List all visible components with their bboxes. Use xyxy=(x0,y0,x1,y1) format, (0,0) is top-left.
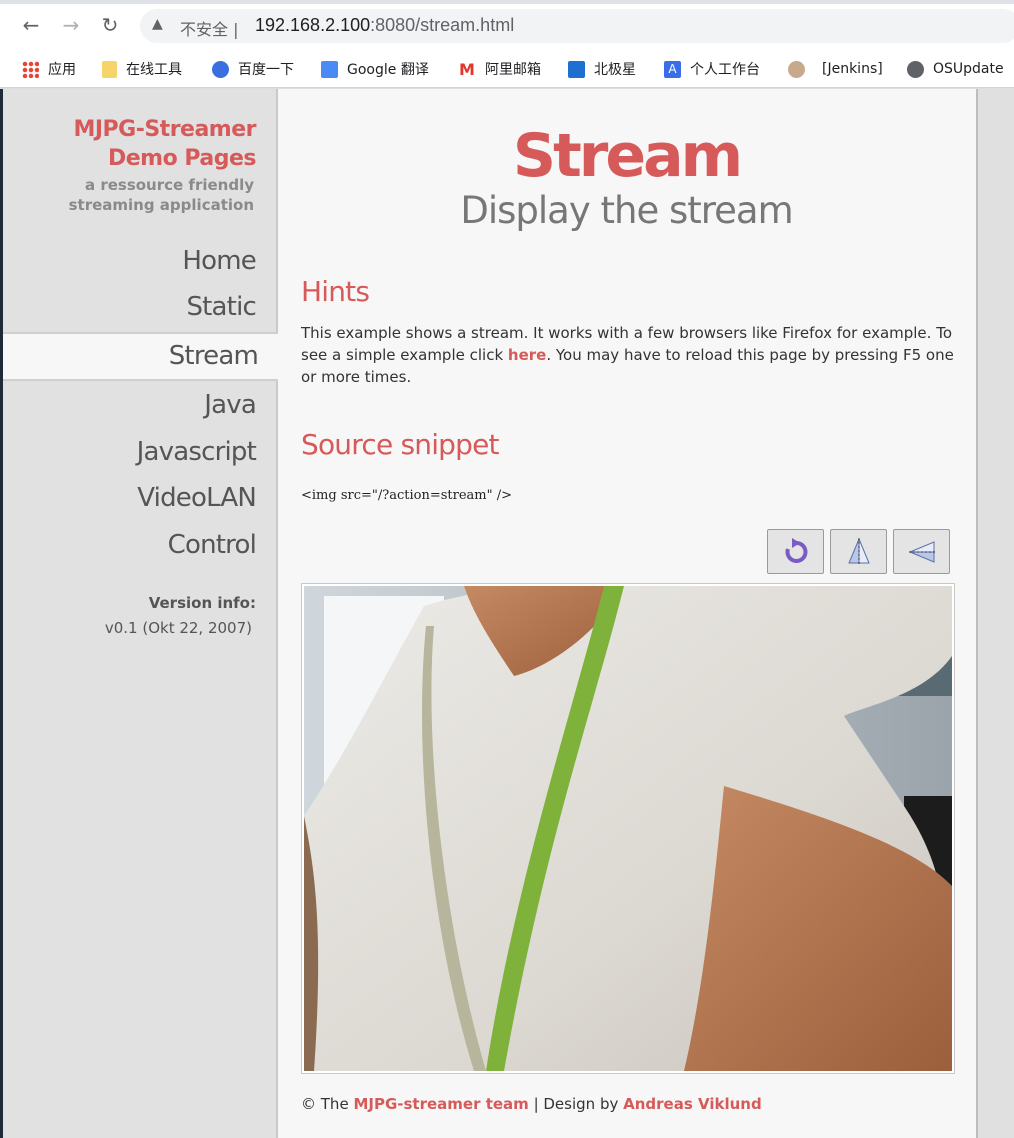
source-snippet: <img src="/?action=stream" /> xyxy=(301,488,512,503)
globe-icon xyxy=(907,60,924,78)
flip-horizontal-icon xyxy=(909,541,937,563)
apps-grid-icon xyxy=(22,60,39,78)
rotate-button[interactable] xyxy=(767,529,824,574)
snippet-heading: Source snippet xyxy=(301,428,500,461)
back-icon[interactable]: ← xyxy=(18,12,44,38)
jenkins-icon xyxy=(788,60,805,78)
bookmark-label: 在线工具 xyxy=(126,62,182,78)
here-link[interactable]: here xyxy=(508,346,546,364)
polaris-icon xyxy=(568,60,585,78)
hints-heading: Hints xyxy=(301,275,370,308)
footer-prefix: © The xyxy=(301,1095,354,1113)
bookmark-label: 应用 xyxy=(48,62,76,78)
bookmark-label: OSUpdate xyxy=(933,61,1004,77)
bookmark-jenkins[interactable]: [Jenkins] xyxy=(788,58,883,80)
baidu-icon xyxy=(212,60,229,78)
forward-icon[interactable]: → xyxy=(58,12,84,38)
address-bar[interactable]: ▲ 不安全 | 192.168.2.100:8080/stream.html xyxy=(140,9,1014,43)
bookmark-online-tools[interactable]: 在线工具 xyxy=(102,58,182,80)
bookmark-label: 阿里邮箱 xyxy=(485,62,541,78)
bookmark-ali-mail[interactable]: M 阿里邮箱 xyxy=(459,58,541,80)
bookmark-label: 个人工作台 xyxy=(690,62,760,78)
designer-link[interactable]: Andreas Viklund xyxy=(623,1095,762,1113)
insecure-label: 不安全 | xyxy=(180,20,239,39)
google-translate-icon xyxy=(321,60,338,78)
bookmark-label: Google 翻译 xyxy=(347,62,429,78)
flip-horizontal-button[interactable] xyxy=(893,529,950,574)
footer: © The MJPG-streamer team | Design by And… xyxy=(301,1095,762,1113)
tab-strip-edge xyxy=(0,0,1014,4)
bookmark-polaris[interactable]: 北极星 xyxy=(568,58,636,80)
flip-vertical-button[interactable] xyxy=(830,529,887,574)
stream-video-image[interactable] xyxy=(304,586,952,1071)
stream-frame xyxy=(301,583,955,1074)
warning-icon: ▲ xyxy=(152,16,163,32)
ali-mail-icon: M xyxy=(459,59,475,79)
bookmark-label: 百度一下 xyxy=(238,62,294,78)
url-text[interactable]: 192.168.2.100:8080/stream.html xyxy=(255,15,514,36)
rotate-icon xyxy=(785,538,808,563)
page-gutter xyxy=(976,89,1014,1138)
folder-icon xyxy=(102,60,117,78)
page-subtitle: Display the stream xyxy=(460,189,793,232)
bookmark-label: 北极星 xyxy=(594,62,636,78)
bookmark-label: [Jenkins] xyxy=(822,61,883,77)
footer-middle: | Design by xyxy=(528,1095,624,1113)
bookmark-google-translate[interactable]: Google 翻译 xyxy=(321,58,429,80)
reload-icon[interactable]: ↻ xyxy=(97,12,123,38)
flip-vertical-icon xyxy=(848,538,870,566)
team-link[interactable]: MJPG-streamer team xyxy=(353,1095,528,1113)
main-content: Stream Display the stream Hints This exa… xyxy=(0,89,976,1138)
browser-toolbar: ← → ↻ ▲ 不安全 | 192.168.2.100:8080/stream.… xyxy=(0,0,1014,50)
bookmark-apps[interactable]: 应用 xyxy=(22,58,76,80)
hints-paragraph: This example shows a stream. It works wi… xyxy=(301,322,961,388)
bookmark-baidu[interactable]: 百度一下 xyxy=(212,58,294,80)
bookmark-workbench[interactable]: A 个人工作台 xyxy=(664,58,760,80)
page-title: Stream xyxy=(512,121,743,191)
bookmark-osupdate[interactable]: OSUpdate xyxy=(907,58,1004,80)
bookmarks-bar: 应用 在线工具 百度一下 Google 翻译 M 阿里邮箱 北极星 A 个人工作… xyxy=(0,50,1014,88)
workbench-icon: A xyxy=(664,60,681,78)
